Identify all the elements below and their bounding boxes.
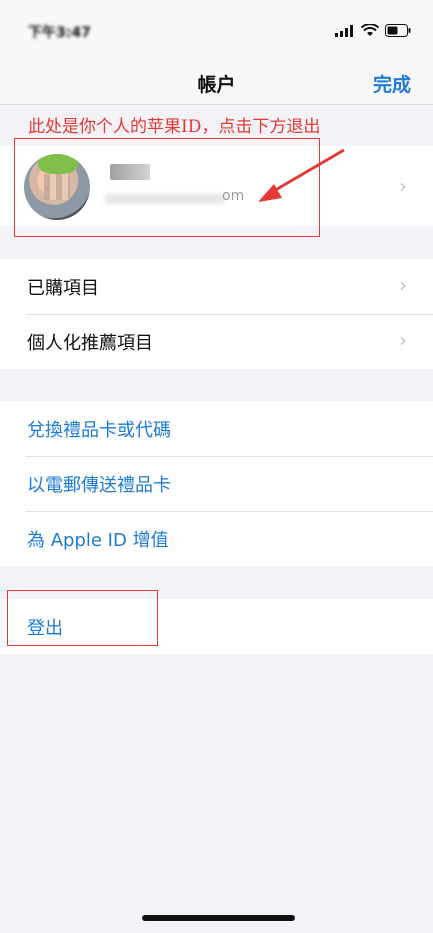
page-title: 帳户 [197,74,236,96]
annotation-text: 此处是你个人的苹果ID，点击下方退出 [28,117,321,137]
send-gift-card-link[interactable]: 以電郵傳送禮品卡 [27,471,171,497]
home-indicator [142,915,295,921]
status-time: 下午3:47 [28,25,91,41]
purchased-items-row[interactable]: 已購項目 › [0,259,433,314]
status-icons [335,24,411,37]
gift-card-group: 兌換禮品卡或代碼 以電郵傳送禮品卡 為 Apple ID 增值 [0,401,433,566]
redeem-gift-card-row[interactable]: 兌換禮品卡或代碼 [0,401,433,456]
chevron-right-icon: › [399,174,407,198]
add-funds-link[interactable]: 為 Apple ID 增值 [27,526,169,552]
annotation-box-logout [7,590,158,646]
personalized-recommendations-row[interactable]: 個人化推薦項目 › [0,314,433,369]
signal-icon [335,24,353,37]
personalized-recommendations-label: 個人化推薦項目 [27,332,153,354]
annotation-arrow [258,148,345,202]
status-bar: 下午3:47 [0,0,433,60]
add-funds-row[interactable]: 為 Apple ID 增值 [0,511,433,566]
wifi-icon [361,24,379,36]
purchases-group: 已購項目 › 個人化推薦項目 › [0,259,433,369]
chevron-right-icon: › [399,328,407,352]
purchased-items-label: 已購項目 [27,277,99,299]
navigation-bar: 帳户 完成 [0,60,433,104]
nav-divider [0,104,433,105]
redeem-gift-card-link[interactable]: 兌換禮品卡或代碼 [27,416,171,442]
battery-icon [385,24,411,37]
done-button[interactable]: 完成 [373,70,411,97]
chevron-right-icon: › [399,273,407,297]
send-gift-card-row[interactable]: 以電郵傳送禮品卡 [0,456,433,511]
